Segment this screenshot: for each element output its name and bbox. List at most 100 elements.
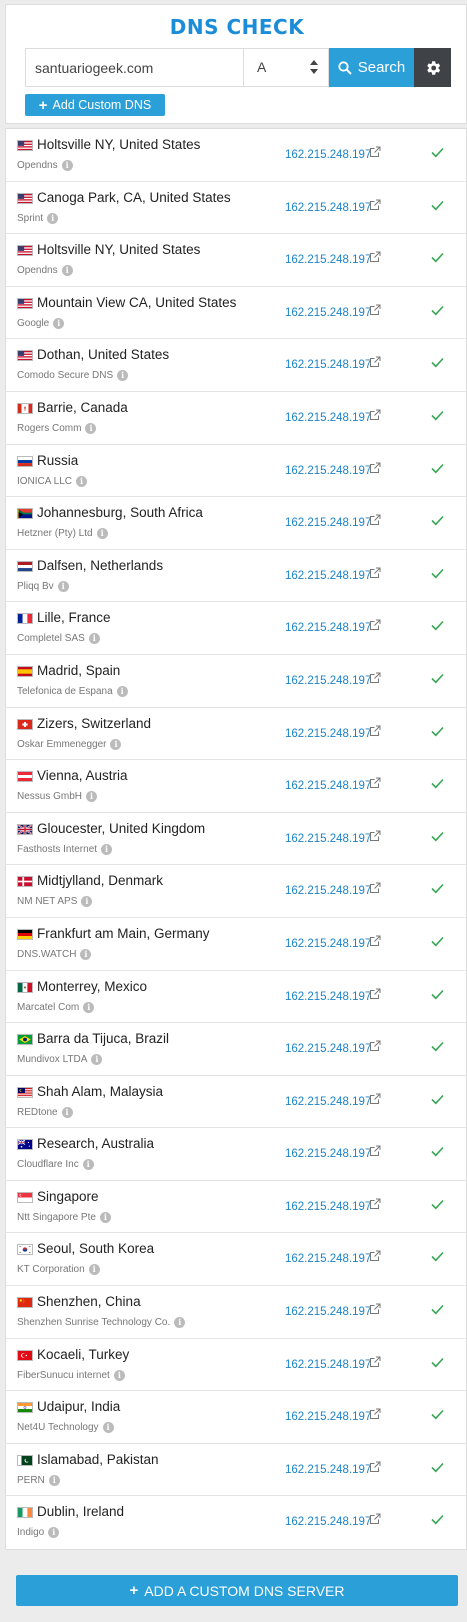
resolved-ip-link[interactable]: 162.215.248.197 (285, 991, 371, 1003)
info-icon[interactable]: i (101, 843, 113, 855)
server-provider: Rogers Comm (17, 422, 82, 434)
external-link-icon[interactable] (369, 409, 381, 421)
external-link-icon[interactable] (369, 1145, 381, 1157)
external-link-icon[interactable] (369, 882, 381, 894)
resolved-ip-link[interactable]: 162.215.248.197 (285, 675, 371, 687)
settings-button[interactable] (414, 48, 451, 87)
info-icon[interactable]: i (117, 370, 129, 382)
info-icon[interactable]: i (83, 1001, 95, 1013)
resolved-ip-link[interactable]: 162.215.248.197 (285, 570, 371, 582)
flag-gb-icon (17, 823, 33, 835)
external-link-icon[interactable] (369, 988, 381, 1000)
external-link-icon[interactable] (369, 619, 381, 631)
flag-us-icon (17, 140, 33, 151)
info-icon[interactable]: i (174, 1317, 186, 1329)
external-link-icon[interactable] (369, 1198, 381, 1210)
resolved-ip-link[interactable]: 162.215.248.197 (285, 833, 371, 845)
info-icon[interactable]: i (57, 580, 69, 592)
info-icon[interactable]: i (76, 475, 88, 487)
external-link-icon[interactable] (369, 462, 381, 474)
plus-icon: + (38, 96, 48, 114)
resolved-ip-link[interactable]: 162.215.248.197 (285, 728, 371, 740)
resolved-ip-link[interactable]: 162.215.248.197 (285, 149, 371, 161)
server-provider: Ntt Singapore Pte (17, 1211, 96, 1223)
external-link-icon[interactable] (369, 514, 381, 526)
server-location: Shah Alam, Malaysia (37, 1083, 164, 1099)
resolved-ip-link[interactable]: 162.215.248.197 (285, 1253, 371, 1265)
resolved-ip-link[interactable]: 162.215.248.197 (285, 1464, 371, 1476)
resolved-ip-link[interactable]: 162.215.248.197 (285, 938, 371, 950)
result-row: Holtsville NY, United States Opendns i 162.… (6, 234, 466, 287)
resolved-ip-link[interactable]: 162.215.248.197 (285, 412, 371, 424)
resolved-ip-link[interactable]: 162.215.248.197 (285, 517, 371, 529)
external-link-icon[interactable] (369, 356, 381, 368)
external-link-icon[interactable] (369, 1250, 381, 1262)
external-link-icon[interactable] (369, 1408, 381, 1420)
info-icon[interactable]: i (96, 528, 108, 540)
external-link-icon[interactable] (369, 251, 381, 263)
external-link-icon[interactable] (369, 672, 381, 684)
external-link-icon[interactable] (369, 146, 381, 158)
external-link-icon[interactable] (369, 830, 381, 842)
search-button[interactable]: Search (329, 48, 414, 87)
resolved-ip-link[interactable]: 162.215.248.197 (285, 307, 371, 319)
resolved-ip-link[interactable]: 162.215.248.197 (285, 1043, 371, 1055)
external-link-icon[interactable] (369, 199, 381, 211)
info-icon[interactable]: i (48, 1527, 60, 1539)
server-location: Barrie, Canada (37, 399, 128, 415)
server-provider: Pliqq Bv (17, 580, 54, 592)
resolved-ip-link[interactable]: 162.215.248.197 (285, 622, 371, 634)
info-icon[interactable]: i (116, 685, 128, 697)
check-icon (431, 779, 444, 789)
info-icon[interactable]: i (99, 1211, 111, 1223)
resolved-ip-link[interactable]: 162.215.248.197 (285, 780, 371, 792)
resolved-ip-link[interactable]: 162.215.248.197 (285, 1516, 371, 1528)
external-link-icon[interactable] (369, 1356, 381, 1368)
domain-input[interactable] (25, 48, 243, 87)
external-link-icon[interactable] (369, 1303, 381, 1315)
info-icon[interactable]: i (47, 212, 59, 224)
resolved-ip-link[interactable]: 162.215.248.197 (285, 1201, 371, 1213)
info-icon[interactable]: i (61, 160, 73, 171)
info-icon[interactable]: i (80, 948, 92, 960)
info-icon[interactable]: i (85, 422, 97, 434)
resolved-ip-link[interactable]: 162.215.248.197 (285, 1096, 371, 1108)
external-link-icon[interactable] (369, 304, 381, 316)
resolved-ip-link[interactable]: 162.215.248.197 (285, 1148, 371, 1160)
info-icon[interactable]: i (110, 738, 122, 750)
external-link-icon[interactable] (369, 1093, 381, 1105)
resolved-ip-link[interactable]: 162.215.248.197 (285, 1411, 371, 1423)
external-link-icon[interactable] (369, 725, 381, 737)
add-custom-dns-server-button[interactable]: + ADD A CUSTOM DNS SERVER (16, 1575, 458, 1606)
info-icon[interactable]: i (88, 633, 100, 645)
flag-nl-icon (17, 560, 33, 572)
info-icon[interactable]: i (86, 791, 98, 803)
info-icon[interactable]: i (81, 896, 93, 908)
info-icon[interactable]: i (53, 317, 65, 329)
resolved-ip-link[interactable]: 162.215.248.197 (285, 202, 371, 214)
provider-line: FiberSunucu internet i (17, 1369, 125, 1381)
external-link-icon[interactable] (369, 777, 381, 789)
resolved-ip-link[interactable]: 162.215.248.197 (285, 1306, 371, 1318)
info-icon[interactable]: i (61, 265, 73, 277)
info-icon[interactable]: i (61, 1106, 73, 1118)
info-icon[interactable]: i (82, 1159, 94, 1171)
info-icon[interactable]: i (113, 1369, 125, 1381)
resolved-ip-link[interactable]: 162.215.248.197 (285, 1359, 371, 1371)
resolved-ip-link[interactable]: 162.215.248.197 (285, 359, 371, 371)
record-type-select[interactable]: A (243, 48, 329, 87)
resolved-ip-link[interactable]: 162.215.248.197 (285, 885, 371, 897)
external-link-icon[interactable] (369, 1461, 381, 1473)
external-link-icon[interactable] (369, 1513, 381, 1525)
info-icon[interactable]: i (102, 1422, 114, 1434)
info-icon[interactable]: i (88, 1264, 100, 1276)
info-icon[interactable]: i (48, 1474, 60, 1486)
external-link-icon[interactable] (369, 935, 381, 947)
add-custom-dns-button[interactable]: + Add Custom DNS (25, 94, 165, 116)
server-provider: Sprint (17, 212, 44, 224)
external-link-icon[interactable] (369, 1040, 381, 1052)
resolved-ip-link[interactable]: 162.215.248.197 (285, 254, 371, 266)
resolved-ip-link[interactable]: 162.215.248.197 (285, 465, 371, 477)
info-icon[interactable]: i (91, 1054, 103, 1066)
external-link-icon[interactable] (369, 567, 381, 579)
